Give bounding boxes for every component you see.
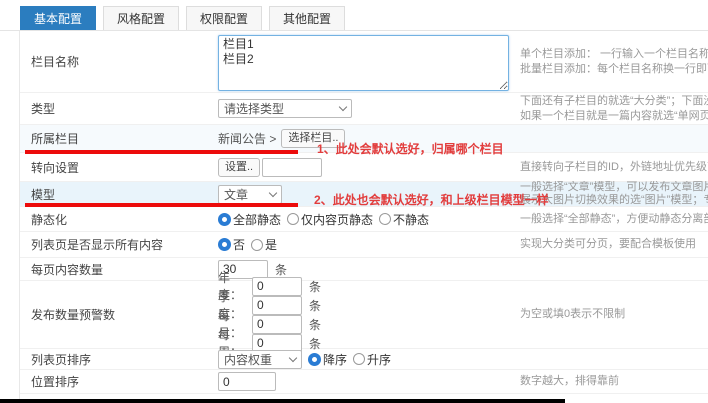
tab-style-config[interactable]: 风格配置	[103, 6, 179, 30]
quarterly-warn-input[interactable]	[252, 296, 302, 315]
radio-show-all-yes[interactable]	[251, 239, 263, 251]
column-name-textarea[interactable]: 栏目1 栏目2	[218, 35, 509, 91]
row-list-sort: 列表页排序 内容权重 降序 升序	[20, 349, 708, 370]
row-type: 类型 请选择类型 下面还有子栏目的就选“大分类”；下面没有更小子栏目的就选 如果…	[20, 93, 708, 125]
type-label: 类型	[20, 100, 218, 117]
basic-config-form: 栏目名称 栏目1 栏目2 单个栏目添加： 一行输入一个栏目名称即可； 批量栏目添…	[19, 31, 708, 403]
chevron-down-icon	[339, 103, 347, 111]
tab-other-config[interactable]: 其他配置	[269, 6, 345, 30]
annotation-text-1: 1、此处会默认选好，归属哪个栏目	[317, 140, 504, 157]
radio-all-static[interactable]	[218, 213, 231, 226]
redirect-setting-label: 转向设置	[20, 159, 218, 176]
radio-no-static-label[interactable]: 不静态	[393, 211, 429, 228]
model-label: 模型	[20, 186, 218, 203]
annotation-underline-2	[25, 203, 298, 207]
radio-content-static[interactable]	[287, 213, 299, 225]
row-staticize: 静态化 全部静态 仅内容页静态 不静态 一般选择“全部静态”，方便动静态分离部署…	[20, 207, 708, 232]
radio-show-all-no[interactable]	[218, 238, 231, 251]
publish-warn-help: 为空或填0表示不限制	[520, 307, 708, 322]
chevron-down-icon	[269, 188, 277, 196]
parent-column-path: 新闻公告 >	[218, 130, 276, 147]
redirect-set-button[interactable]: 设置..	[218, 158, 260, 177]
annotation-underline-1	[25, 150, 298, 154]
radio-sort-desc[interactable]	[308, 353, 321, 366]
radio-sort-asc[interactable]	[353, 353, 365, 365]
radio-sort-asc-label[interactable]: 升序	[367, 351, 391, 368]
parent-column-label: 所属栏目	[20, 130, 218, 147]
staticize-help: 一般选择“全部静态”，方便动静态分离部署；或者至少也选	[520, 212, 708, 227]
yearly-warn-input[interactable]	[252, 277, 302, 296]
row-redirect-setting: 转向设置 设置.. 直接转向子栏目的ID，外链地址优先级高于转向设置。	[20, 153, 708, 182]
chevron-down-icon	[289, 353, 297, 361]
radio-no-static[interactable]	[379, 213, 391, 225]
list-show-all-help: 实现大分类可分页，要配合模板使用	[520, 237, 708, 252]
redirect-input[interactable]	[262, 158, 322, 177]
list-sort-select[interactable]: 内容权重	[218, 350, 302, 369]
position-sort-label: 位置排序	[20, 373, 218, 390]
position-sort-help: 数字越大，排得靠前	[520, 374, 708, 389]
radio-show-all-no-label[interactable]: 否	[233, 236, 245, 253]
model-select[interactable]: 文章	[218, 185, 282, 204]
per-page-count-label: 每页内容数量	[20, 261, 218, 278]
list-show-all-label: 列表页是否显示所有内容	[20, 236, 218, 253]
radio-sort-desc-label[interactable]: 降序	[323, 351, 347, 368]
redirect-setting-help: 直接转向子栏目的ID，外链地址优先级高于转向设置。	[520, 160, 708, 175]
row-column-name: 栏目名称 栏目1 栏目2 单个栏目添加： 一行输入一个栏目名称即可； 批量栏目添…	[20, 31, 708, 93]
type-select[interactable]: 请选择类型	[218, 99, 352, 118]
row-position-sort: 位置排序 数字越大，排得靠前	[20, 370, 708, 394]
bottom-black-bar	[0, 399, 565, 403]
radio-content-static-label[interactable]: 仅内容页静态	[301, 211, 373, 228]
per-page-unit: 条	[275, 261, 287, 278]
column-name-help: 单个栏目添加： 一行输入一个栏目名称即可； 批量栏目添加：每个栏目名称换一行即可…	[520, 47, 708, 77]
row-publish-warn: 发布数量预警数 年度： 条 季度： 条 每月： 条 每周： 条	[20, 281, 708, 349]
publish-warn-label: 发布数量预警数	[20, 306, 218, 323]
type-help: 下面还有子栏目的就选“大分类”；下面没有更小子栏目的就选 如果一个栏目就是一篇内…	[520, 94, 708, 124]
annotation-text-2: 2、此处也会默认选好，和上级栏目模型一样	[314, 191, 549, 208]
config-tabbar: 基本配置 风格配置 权限配置 其他配置	[20, 6, 345, 30]
tab-permission-config[interactable]: 权限配置	[186, 6, 262, 30]
list-sort-label: 列表页排序	[20, 351, 218, 368]
position-sort-input[interactable]	[218, 372, 276, 391]
tab-basic-config[interactable]: 基本配置	[20, 6, 96, 30]
row-list-show-all: 列表页是否显示所有内容 否 是 实现大分类可分页，要配合模板使用	[20, 232, 708, 258]
column-name-label: 栏目名称	[20, 53, 218, 70]
staticize-label: 静态化	[20, 211, 218, 228]
model-select-value: 文章	[224, 186, 248, 203]
list-sort-select-value: 内容权重	[224, 351, 272, 368]
monthly-warn-input[interactable]	[252, 315, 302, 334]
radio-all-static-label[interactable]: 全部静态	[233, 211, 281, 228]
type-select-value: 请选择类型	[224, 100, 284, 117]
radio-show-all-yes-label[interactable]: 是	[265, 236, 277, 253]
